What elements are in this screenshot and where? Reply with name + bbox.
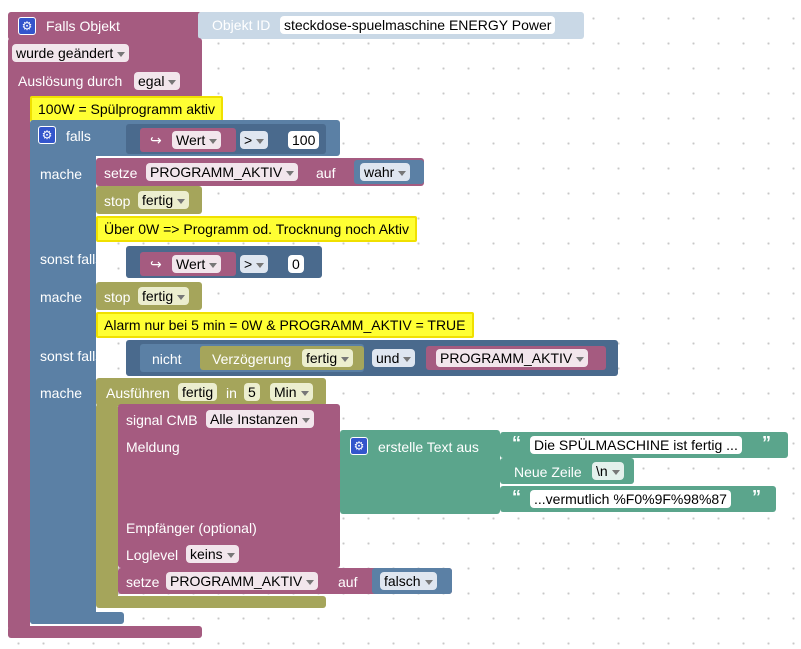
bool-dropdown-1[interactable]: wahr	[360, 163, 411, 181]
text-field-2[interactable]: ...vermutlich %F0%9F%98%87	[530, 490, 731, 508]
trigger-by-dropdown[interactable]: egal	[134, 72, 181, 90]
op-dropdown-2[interactable]: >	[240, 255, 269, 273]
not-label: nicht	[152, 351, 182, 367]
text-gear-icon[interactable]: ⚙	[350, 437, 368, 455]
if-sonst-falls-label-2: sonst falls	[40, 348, 103, 364]
if-footer	[30, 612, 124, 624]
bool-dropdown-2[interactable]: falsch	[380, 572, 437, 590]
timeout-unit-dropdown[interactable]: Min	[270, 383, 313, 401]
trigger-footer	[8, 626, 202, 638]
changed-dropdown[interactable]: wurde geändert	[12, 44, 130, 62]
loglevel-dropdown[interactable]: keins	[186, 545, 239, 563]
timeout-footer	[96, 596, 326, 608]
timeout-in-label: in	[226, 385, 237, 401]
if-mache-label-3: mache	[40, 385, 83, 401]
timeout-name-dropdown: fertig	[178, 383, 218, 401]
open-quote-icon: “	[512, 487, 521, 507]
stop-dropdown-2[interactable]: fertig	[138, 287, 190, 305]
signal-label: signal CMB	[126, 412, 198, 428]
stop-dropdown-1[interactable]: fertig	[138, 191, 190, 209]
close-quote-icon: ”	[752, 487, 761, 507]
number-field-2[interactable]: 0	[288, 255, 304, 273]
if-sonst-falls-label-1: sonst falls	[40, 251, 103, 267]
newline-dropdown[interactable]: \n	[592, 462, 624, 480]
timeout-rail	[96, 404, 118, 604]
setze-var-dropdown-1[interactable]: PROGRAMM_AKTIV	[146, 163, 299, 181]
trigger-gear-icon[interactable]: ⚙	[18, 17, 36, 35]
setze-auf-label-2: auf	[338, 574, 358, 590]
var-dropdown-3[interactable]: PROGRAMM_AKTIV	[436, 349, 589, 367]
loglevel-label: Loglevel	[126, 547, 179, 563]
number-field-1[interactable]: 100	[288, 131, 320, 149]
delay-dropdown[interactable]: fertig	[302, 349, 354, 367]
comment-2[interactable]: Über 0W => Programm od. Trocknung noch A…	[96, 216, 418, 242]
var-dropdown-2[interactable]: Wert	[172, 255, 222, 273]
setze-var-dropdown-2[interactable]: PROGRAMM_AKTIV	[166, 572, 319, 590]
op-dropdown-1[interactable]: >	[240, 131, 269, 149]
stop-label-1: stop	[104, 193, 131, 209]
open-quote-icon: “	[512, 433, 521, 453]
comment-1[interactable]: 100W = Spülprogramm aktiv	[30, 96, 224, 122]
object-id-field[interactable]: steckdose-spuelmaschine ENERGY Power	[280, 16, 556, 34]
trigger-by-label: Auslösung durch	[18, 73, 123, 89]
close-quote-icon: ”	[762, 433, 771, 453]
var-dropdown-1[interactable]: Wert	[172, 131, 222, 149]
arrow-icon: ↪	[150, 132, 162, 148]
delay-label: Verzögerung	[212, 351, 292, 367]
comment-3[interactable]: Alarm nur bei 5 min = 0W & PROGRAMM_AKTI…	[96, 312, 474, 338]
meldung-label: Meldung	[126, 439, 180, 455]
newline-label: Neue Zeile	[514, 464, 582, 480]
object-id-label: Objekt ID	[212, 17, 271, 33]
if-mache-label-1: mache	[40, 166, 83, 182]
setze-auf-label-1: auf	[316, 165, 336, 181]
setze-label-2: setze	[126, 574, 160, 590]
if-gear-icon[interactable]: ⚙	[38, 126, 56, 144]
signal-dropdown[interactable]: Alle Instanzen	[206, 410, 314, 428]
trigger-rail	[8, 90, 30, 630]
text-field-1[interactable]: Die SPÜLMASCHINE ist fertig ...	[530, 436, 742, 454]
timeout-amount-field[interactable]: 5	[244, 383, 260, 401]
and-dropdown[interactable]: und	[372, 349, 416, 367]
text-join-label: erstelle Text aus	[378, 439, 479, 455]
if-falls-label: falls	[66, 128, 91, 144]
stop-label-2: stop	[104, 289, 131, 305]
trigger-label: Falls Objekt	[46, 18, 120, 34]
timeout-label: Ausführen	[106, 385, 170, 401]
setze-label-1: setze	[104, 165, 138, 181]
if-mache-label-2: mache	[40, 289, 83, 305]
recipient-label: Empfänger (optional)	[126, 520, 257, 536]
arrow-icon: ↪	[150, 256, 162, 272]
